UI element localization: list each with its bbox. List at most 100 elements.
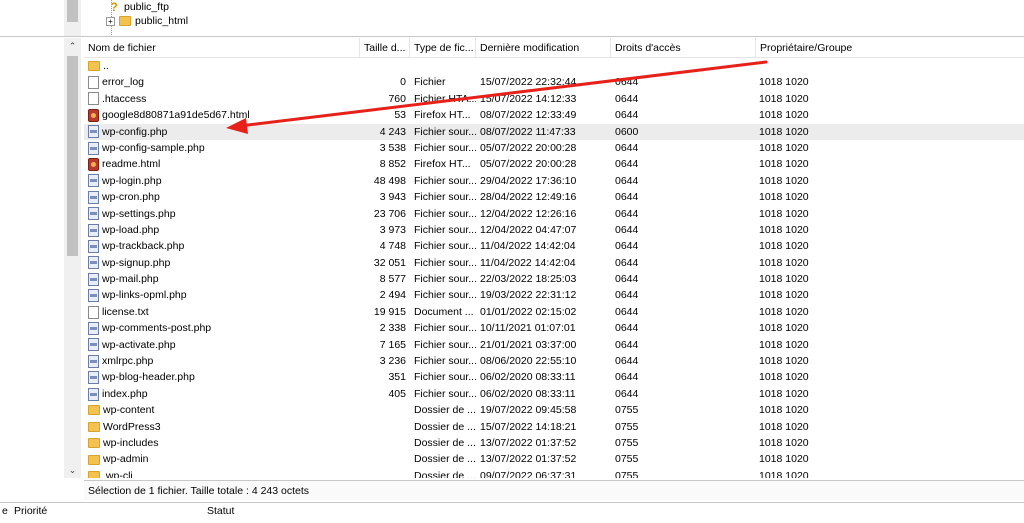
file-name: wp-load.php xyxy=(102,223,160,236)
file-permissions: 0644 xyxy=(615,191,639,204)
file-type: Fichier sour... xyxy=(414,191,476,204)
file-name: wp-config-sample.php xyxy=(102,141,205,154)
file-name-cell: wp-mail.php xyxy=(88,271,360,287)
file-name-cell: wp-cron.php xyxy=(88,189,360,205)
file-row[interactable]: wp-comments-post.php 2 338 Fichier sour...… xyxy=(84,320,1024,336)
tree-scrollbar[interactable] xyxy=(64,0,81,36)
file-row[interactable]: wp-settings.php 23 706 Fichier sour... 12/0… xyxy=(84,206,1024,222)
file-row[interactable]: index.php 405 Fichier sour... 06/02/2020 08… xyxy=(84,386,1024,402)
file-permissions: 0600 xyxy=(615,125,639,138)
file-row[interactable]: wp-load.php 3 973 Fichier sour... 12/04/202… xyxy=(84,222,1024,238)
file-type: Fichier sour... xyxy=(414,289,476,302)
file-row[interactable]: wp-cron.php 3 943 Fichier sour... 28/04/202… xyxy=(84,189,1024,205)
file-row[interactable]: wp-mail.php 8 577 Fichier sour... 22/03/202… xyxy=(84,271,1024,287)
scrollbar-thumb[interactable] xyxy=(67,56,78,256)
file-row[interactable]: wp-signup.php 32 051 Fichier sour... 11/04/… xyxy=(84,255,1024,271)
file-modified: 10/11/2021 01:07:01 xyxy=(480,322,576,335)
column-header-size[interactable]: Taille d... xyxy=(360,38,410,58)
file-type: Fichier sour... xyxy=(414,223,476,236)
file-modified: 01/01/2022 02:15:02 xyxy=(480,305,577,318)
file-permissions: 0644 xyxy=(615,92,639,105)
file-type: Fichier sour... xyxy=(414,338,476,351)
file-row[interactable]: .htaccess 760 Fichier HTA... 15/07/2022 14:… xyxy=(84,91,1024,107)
file-owner: 1018 1020 xyxy=(759,76,809,89)
tree-item-public-ftp[interactable]: ? public_ftp xyxy=(108,0,169,14)
file-owner: 1018 1020 xyxy=(759,207,809,220)
file-row[interactable]: wp-login.php 48 498 Fichier sour... 29/04/2… xyxy=(84,173,1024,189)
file-size: 48 498 xyxy=(373,174,406,187)
file-permissions: 0644 xyxy=(615,141,639,154)
file-size: 351 xyxy=(388,371,406,384)
file-name-cell: wp-includes xyxy=(88,435,360,451)
php-file-icon xyxy=(88,371,99,385)
file-modified: 11/04/2022 14:42:04 xyxy=(480,240,576,253)
file-row[interactable]: wp-activate.php 7 165 Fichier sour... 21/01… xyxy=(84,337,1024,353)
scrollbar-thumb[interactable] xyxy=(67,0,78,22)
file-name: wp-trackback.php xyxy=(102,240,185,253)
file-owner: 1018 1020 xyxy=(759,273,809,286)
file-owner: 1018 1020 xyxy=(759,191,809,204)
file-owner: 1018 1020 xyxy=(759,436,809,449)
column-header-name[interactable]: Nom de fichier xyxy=(84,38,360,58)
file-modified: 11/04/2022 14:42:04 xyxy=(480,256,576,269)
file-owner: 1018 1020 xyxy=(759,355,809,368)
file-name-cell: wp-login.php xyxy=(88,173,360,189)
file-permissions: 0644 xyxy=(615,322,639,335)
remote-file-pane: ⌃ ⌄ Nom de fichier Taille d... Type de f… xyxy=(0,38,1024,500)
file-name: WordPress3 xyxy=(103,420,161,433)
file-permissions: 0755 xyxy=(615,436,639,449)
file-size: 760 xyxy=(388,92,406,105)
file-name: wp-login.php xyxy=(102,174,162,187)
file-icon xyxy=(88,305,99,319)
column-header-owner[interactable]: Propriétaire/Groupe xyxy=(756,38,1024,58)
file-row[interactable]: google8d80871a91de5d67.html 53 Firefox HT.… xyxy=(84,107,1024,123)
file-row[interactable]: wp-links-opml.php 2 494 Fichier sour... 19/… xyxy=(84,287,1024,303)
expand-icon[interactable]: + xyxy=(106,16,115,26)
file-permissions xyxy=(615,58,755,74)
file-name-cell: xmlrpc.php xyxy=(88,353,360,369)
queue-column-priority[interactable]: Priorité xyxy=(14,505,47,517)
column-header-type[interactable]: Type de fic... xyxy=(410,38,476,58)
column-header-permissions[interactable]: Droits d'accès xyxy=(611,38,756,58)
tree-item-public-html[interactable]: + public_html xyxy=(106,14,188,28)
vertical-scrollbar[interactable]: ⌃ ⌄ xyxy=(64,38,81,478)
file-name: google8d80871a91de5d67.html xyxy=(102,109,250,122)
file-name-cell: index.php xyxy=(88,386,360,402)
file-row[interactable]: readme.html 8 852 Firefox HT... 05/07/2022 … xyxy=(84,156,1024,172)
file-name: wp-settings.php xyxy=(102,207,176,220)
queue-column-status[interactable]: Statut xyxy=(207,505,234,517)
folder-icon xyxy=(88,470,100,478)
file-size: 2 338 xyxy=(379,322,406,335)
file-row[interactable]: WordPress3 Dossier de ... 15/07/2022 14:18… xyxy=(84,419,1024,435)
file-owner: 1018 1020 xyxy=(759,404,809,417)
queue-column-partial[interactable]: e xyxy=(2,505,8,517)
file-size: 2 494 xyxy=(379,289,406,302)
file-row[interactable]: .wp-cli Dossier de ... 09/07/2022 06:37:31… xyxy=(84,468,1024,478)
file-size xyxy=(364,58,406,74)
file-owner: 1018 1020 xyxy=(759,223,809,236)
file-size: 4 748 xyxy=(379,240,406,253)
file-row[interactable]: wp-config.php 4 243 Fichier sour... 08/07/2… xyxy=(84,123,1024,140)
file-row[interactable]: wp-content Dossier de ... 19/07/2022 09:45… xyxy=(84,402,1024,418)
php-file-icon xyxy=(88,354,99,368)
file-type: Fichier sour... xyxy=(414,240,476,253)
file-name-cell: wp-config-sample.php xyxy=(88,140,360,156)
file-permissions: 0644 xyxy=(615,256,639,269)
file-row[interactable]: wp-includes Dossier de ... 13/07/2022 01:3… xyxy=(84,435,1024,451)
column-header-modified[interactable]: Dernière modification xyxy=(476,38,611,58)
scroll-up-icon[interactable]: ⌃ xyxy=(64,38,81,54)
file-row[interactable]: xmlrpc.php 3 236 Fichier sour... 08/06/2020… xyxy=(84,353,1024,369)
tree-item-label: public_html xyxy=(135,15,189,27)
file-name-cell: .htaccess xyxy=(88,91,360,107)
file-size: 19 915 xyxy=(373,305,406,318)
file-row[interactable]: error_log 0 Fichier 15/07/2022 22:32:44 0644… xyxy=(84,74,1024,90)
file-row[interactable]: wp-blog-header.php 351 Fichier sour... 06/0… xyxy=(84,369,1024,385)
scroll-down-icon[interactable]: ⌄ xyxy=(64,462,81,478)
file-row[interactable]: wp-config-sample.php 3 538 Fichier sour...… xyxy=(84,140,1024,156)
file-size xyxy=(364,435,406,451)
file-row[interactable]: license.txt 19 915 Document ... 01/01/2022 … xyxy=(84,304,1024,320)
file-row[interactable]: .. xyxy=(84,58,1024,74)
file-row[interactable]: wp-admin Dossier de ... 13/07/2022 01:37:5… xyxy=(84,451,1024,467)
file-row[interactable]: wp-trackback.php 4 748 Fichier sour... 11/0… xyxy=(84,238,1024,254)
file-modified: 08/07/2022 12:33:49 xyxy=(480,109,577,122)
